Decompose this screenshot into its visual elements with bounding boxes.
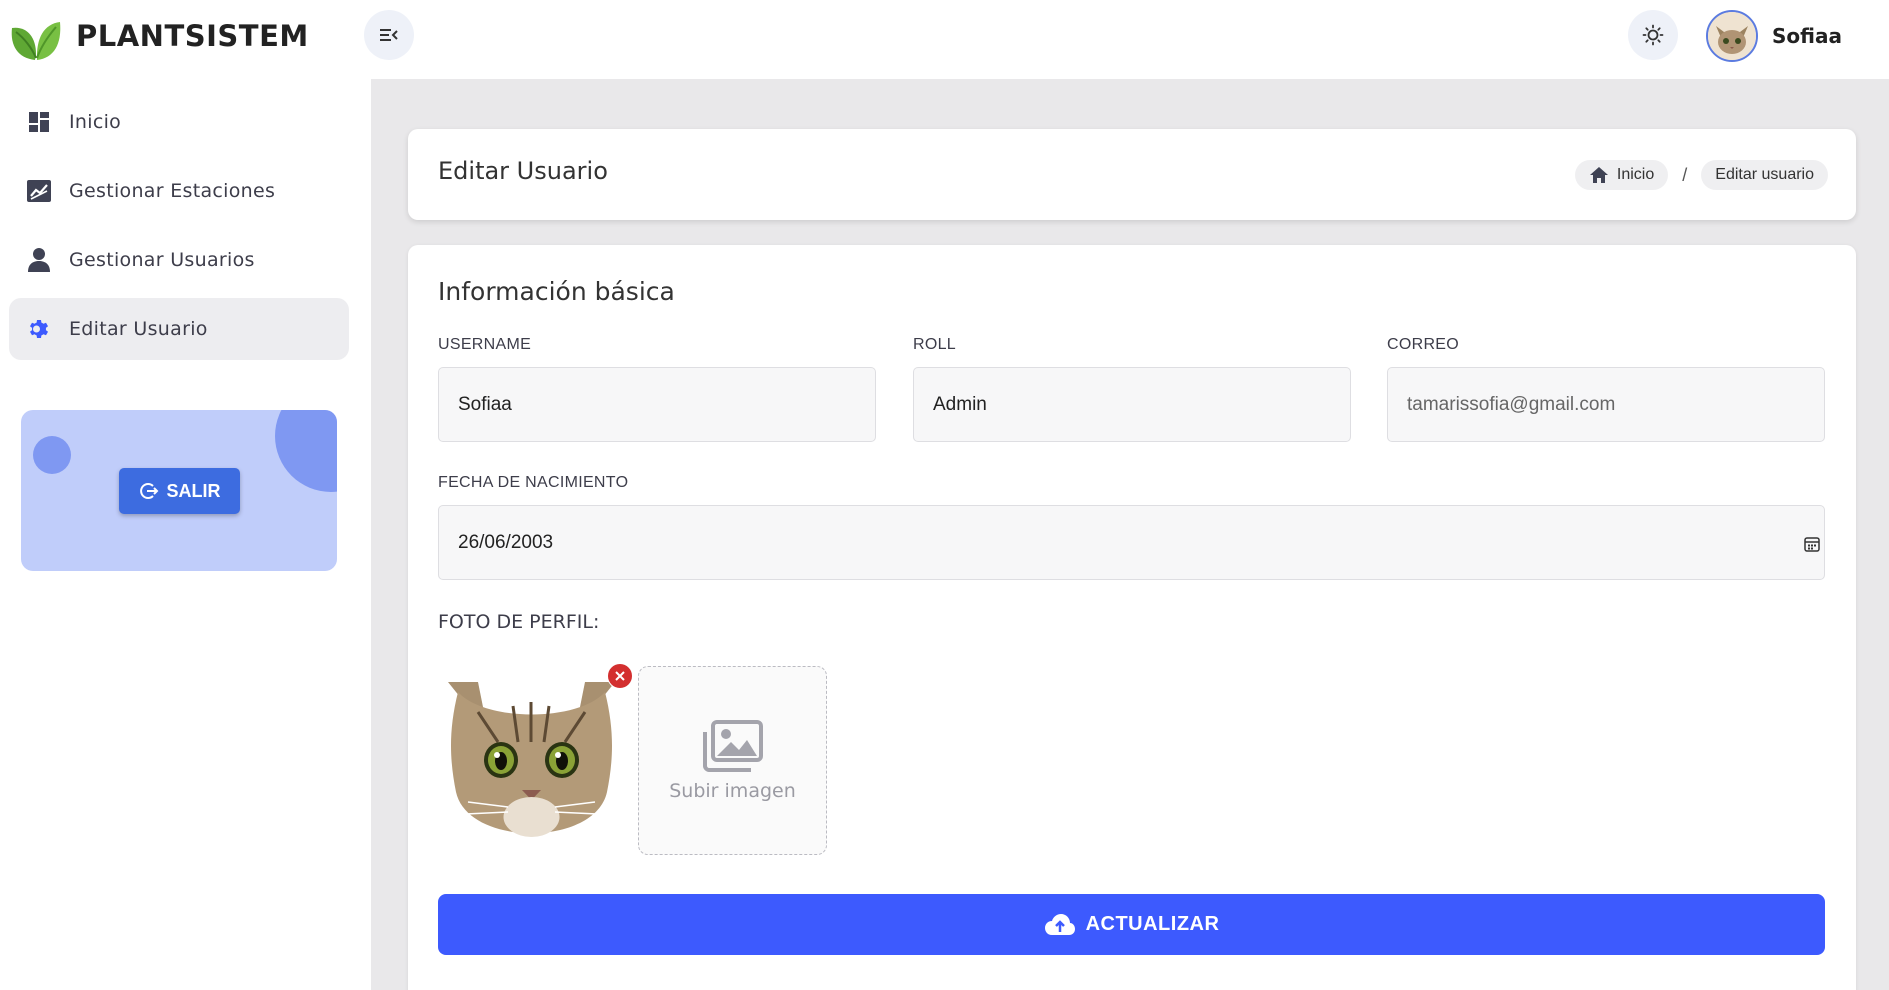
avatar — [1706, 10, 1758, 62]
sidebar-item-label: Gestionar Estaciones — [69, 180, 276, 202]
chart-icon — [25, 177, 53, 205]
photo-label: FOTO DE PERFIL: — [438, 611, 600, 633]
page-title: Editar Usuario — [438, 157, 608, 185]
brand[interactable]: PLANTSISTEM — [8, 8, 309, 64]
dashboard-icon — [25, 108, 53, 136]
images-icon — [702, 719, 763, 772]
update-button[interactable]: ACTUALIZAR — [438, 894, 1825, 955]
breadcrumb-current: Editar usuario — [1701, 160, 1828, 190]
update-label: ACTUALIZAR — [1085, 913, 1220, 935]
roll-label: ROLL — [913, 336, 956, 353]
main-content: Editar Usuario Inicio / Editar usuario I… — [371, 79, 1889, 990]
logout-button[interactable]: SALIR — [119, 468, 240, 514]
theme-toggle-button[interactable] — [1628, 10, 1678, 60]
menu-collapse-icon — [380, 29, 398, 41]
sidebar-item-inicio[interactable]: Inicio — [9, 91, 349, 153]
cat-photo-icon — [438, 672, 625, 857]
breadcrumb-label: Editar usuario — [1715, 166, 1814, 183]
profile-photo — [438, 672, 625, 857]
email-field[interactable]: tamarissofia@gmail.com — [1387, 367, 1825, 442]
birthdate-value: 26/06/2003 — [458, 531, 554, 553]
username-field[interactable]: Sofiaa — [438, 367, 876, 442]
remove-photo-button[interactable] — [607, 663, 633, 689]
birthdate-field[interactable]: 26/06/2003 — [438, 505, 1825, 580]
sidebar-item-label: Gestionar Usuarios — [69, 249, 255, 271]
breadcrumb-separator: / — [1682, 164, 1688, 185]
menu-toggle-button[interactable] — [364, 10, 414, 60]
cloud-upload-icon — [1044, 913, 1075, 935]
breadcrumb-label: Inicio — [1616, 166, 1655, 183]
user-icon — [25, 246, 53, 274]
cat-avatar-icon — [1708, 12, 1756, 60]
sidebar-item-label: Editar Usuario — [69, 318, 208, 340]
birthdate-label: FECHA DE NACIMIENTO — [438, 474, 629, 491]
roll-field[interactable]: Admin — [913, 367, 1351, 442]
user-menu[interactable]: Sofiaa — [1706, 10, 1842, 62]
username-value: Sofiaa — [458, 393, 512, 415]
correo-label: CORREO — [1387, 336, 1460, 353]
sidebar: Inicio Gestionar Estaciones Gestionar Us… — [0, 79, 371, 990]
upload-image-box[interactable]: Subir imagen — [638, 666, 827, 855]
sidebar-item-gestionar-estaciones[interactable]: Gestionar Estaciones — [9, 160, 349, 222]
logout-icon — [139, 483, 158, 499]
decorative-circle — [275, 410, 337, 492]
top-bar: PLANTSISTEM Sofiaa — [0, 0, 1889, 79]
calendar-icon[interactable] — [1803, 535, 1821, 553]
close-icon — [615, 671, 625, 681]
gear-icon — [25, 315, 53, 343]
edit-user-form: Información básica USERNAME Sofiaa ROLL … — [408, 245, 1856, 990]
leaf-logo-icon — [11, 22, 61, 60]
user-name: Sofiaa — [1772, 24, 1842, 48]
section-title: Información básica — [438, 277, 675, 306]
roll-value: Admin — [933, 393, 987, 415]
breadcrumb-home[interactable]: Inicio — [1574, 160, 1669, 190]
page-header-card: Editar Usuario Inicio / Editar usuario — [408, 129, 1856, 220]
logout-card: SALIR — [21, 410, 337, 571]
decorative-circle — [33, 436, 71, 474]
upload-text: Subir imagen — [669, 779, 796, 802]
sidebar-item-label: Inicio — [69, 111, 122, 133]
home-icon — [1589, 167, 1608, 183]
sun-icon — [1642, 24, 1664, 46]
breadcrumb: Inicio / Editar usuario — [1574, 160, 1828, 190]
sidebar-item-gestionar-usuarios[interactable]: Gestionar Usuarios — [9, 229, 349, 291]
sidebar-item-editar-usuario[interactable]: Editar Usuario — [9, 298, 349, 360]
email-value: tamarissofia@gmail.com — [1407, 393, 1616, 415]
brand-name: PLANTSISTEM — [76, 19, 309, 53]
logout-label: SALIR — [166, 480, 221, 501]
username-label: USERNAME — [438, 336, 532, 353]
